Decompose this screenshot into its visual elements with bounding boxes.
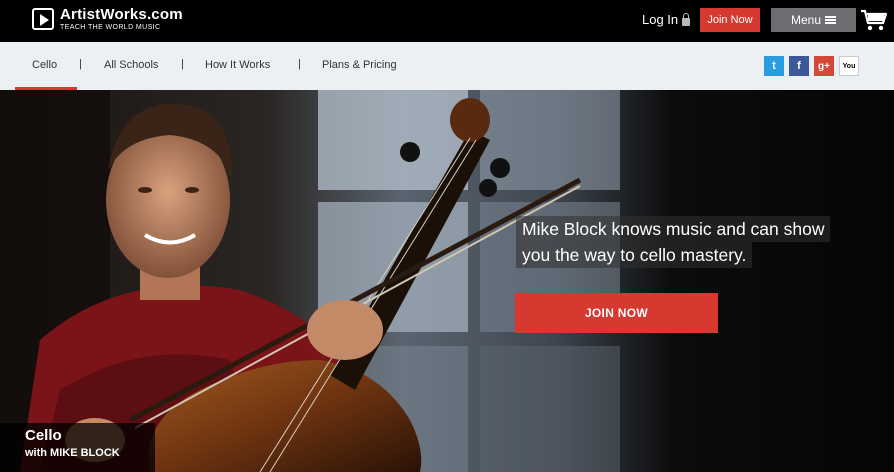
facebook-icon[interactable]: f bbox=[789, 56, 809, 76]
hero-tagline: Mike Block knows music and can show you … bbox=[516, 216, 831, 268]
caption-subtitle: with MIKE BLOCK bbox=[25, 447, 120, 459]
nav-item-how-it-works[interactable]: How It Works bbox=[205, 59, 270, 71]
youtube-text: You bbox=[842, 62, 856, 70]
brand-name: ArtistWorks.com bbox=[60, 6, 183, 23]
top-bar: ArtistWorks.com TEACH THE WORLD MUSIC Lo… bbox=[0, 0, 894, 42]
nav-item-cello[interactable]: Cello bbox=[32, 59, 57, 71]
login-label: Log In bbox=[642, 12, 679, 27]
hero-join-now-button[interactable]: JOIN NOW bbox=[515, 293, 718, 333]
brand-tagline: TEACH THE WORLD MUSIC bbox=[60, 24, 161, 31]
instrument-caption: Cello with MIKE BLOCK bbox=[0, 423, 155, 472]
nav-separator: | bbox=[298, 58, 301, 70]
play-logo-icon bbox=[32, 8, 54, 30]
youtube-icon[interactable]: You bbox=[839, 56, 859, 76]
menu-button[interactable]: Menu bbox=[771, 8, 856, 32]
hero-tagline-line2: you the way to cello mastery. bbox=[516, 242, 753, 268]
login-link[interactable]: Log In bbox=[642, 12, 691, 27]
google-plus-icon[interactable]: g+ bbox=[814, 56, 834, 76]
join-now-button[interactable]: Join Now bbox=[700, 8, 760, 32]
artistworks-logo[interactable]: ArtistWorks.com TEACH THE WORLD MUSIC bbox=[32, 7, 183, 31]
nav-separator: | bbox=[79, 58, 82, 70]
menu-label: Menu bbox=[790, 13, 822, 27]
nav-separator: | bbox=[181, 58, 184, 70]
twitter-icon[interactable]: t bbox=[764, 56, 784, 76]
cart-icon[interactable] bbox=[860, 8, 888, 32]
hamburger-icon bbox=[825, 16, 837, 24]
nav-item-all-schools[interactable]: All Schools bbox=[104, 59, 158, 71]
nav-item-plans-pricing[interactable]: Plans & Pricing bbox=[322, 59, 397, 71]
hero-tagline-line1: Mike Block knows music and can show bbox=[516, 216, 831, 242]
hero-cellist-photo bbox=[0, 90, 894, 472]
lock-icon bbox=[682, 12, 691, 26]
sub-navigation: Cello | All Schools | How It Works | Pla… bbox=[0, 42, 894, 90]
hero-banner: Mike Block knows music and can show you … bbox=[0, 90, 894, 472]
caption-title: Cello bbox=[25, 427, 62, 444]
